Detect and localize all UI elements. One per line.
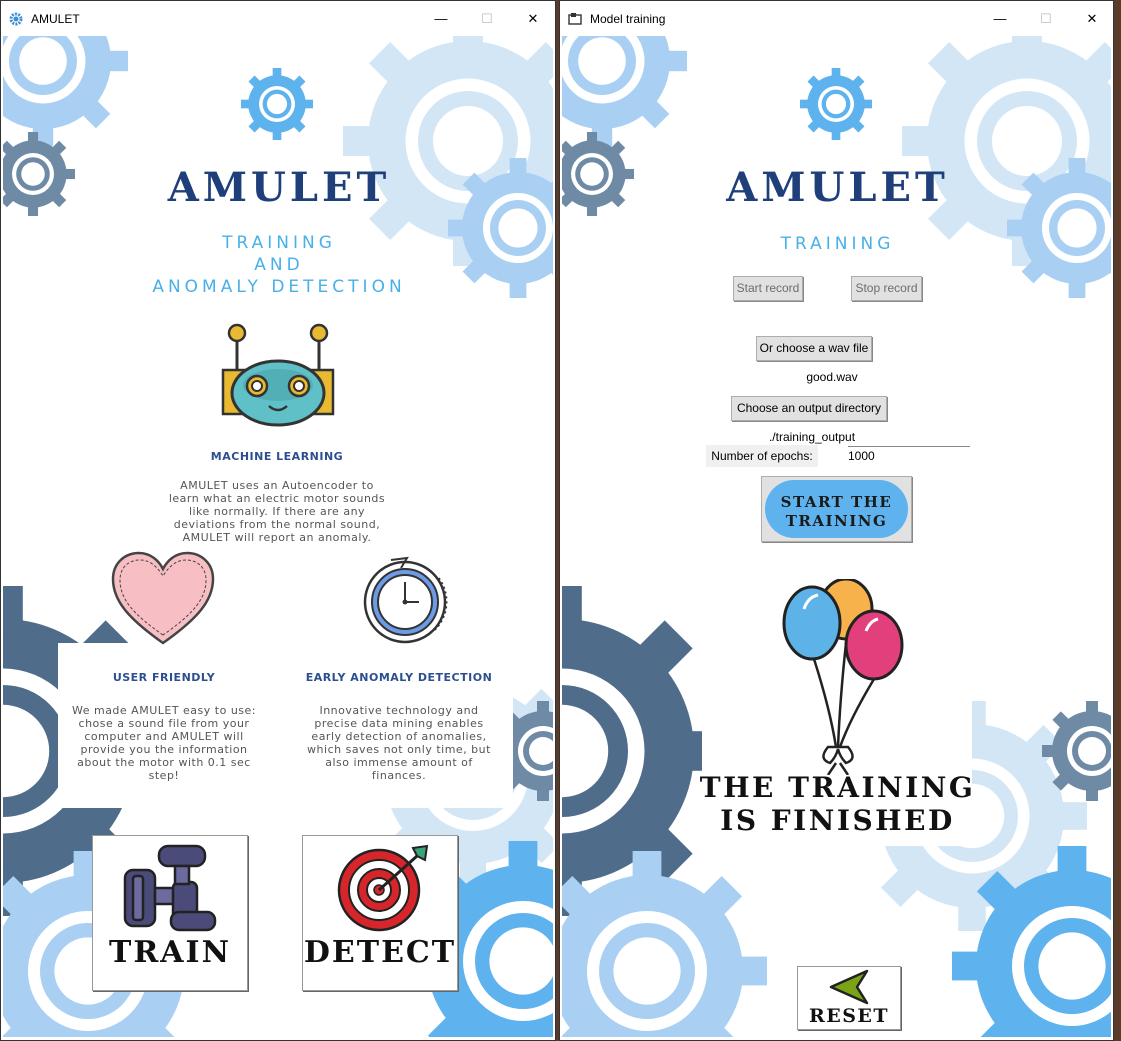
label-line: START THE [780, 493, 893, 511]
model-training-window: Model training — ☐ ✕ AMULET TRAINING Sta… [559, 0, 1114, 1041]
text-line: early detection of anomalies, [311, 730, 487, 743]
stop-record-button[interactable]: Stop record [851, 276, 922, 301]
message-line: THE TRAINING [699, 771, 976, 804]
user-friendly-text: We made AMULET easy to use: chose a soun… [55, 704, 273, 782]
dumbbell-icon [123, 844, 217, 932]
text-line: finances. [371, 769, 427, 782]
training-content: AMULET TRAINING Start record Stop record… [562, 36, 1111, 1037]
app-icon [568, 13, 582, 25]
main-content: AMULET TRAINING AND ANOMALY DETECTION MA… [3, 36, 553, 1037]
epochs-input[interactable] [848, 446, 970, 465]
start-training-label: START THE TRAINING [762, 493, 911, 531]
machine-learning-title: MACHINE LEARNING [210, 450, 344, 463]
heart-icon [111, 551, 215, 645]
early-detection-title: EARLY ANOMALY DETECTION [305, 671, 493, 684]
title-bar[interactable]: Model training — ☐ ✕ [560, 1, 1113, 36]
app-subtitle: TRAINING AND ANOMALY DETECTION [3, 232, 553, 298]
close-button[interactable]: ✕ [1072, 7, 1112, 31]
machine-learning-text: AMULET uses an Autoencoder to learn what… [153, 479, 401, 544]
reset-label: RESET [808, 1005, 890, 1027]
close-button[interactable]: ✕ [513, 7, 553, 31]
text-line: which saves not only time, but [307, 743, 491, 756]
choose-directory-button[interactable]: Choose an output directory [731, 396, 887, 421]
text-line: AMULET will report an anomaly. [182, 531, 372, 544]
back-arrow-icon [829, 969, 869, 1005]
message-line: IS FINISHED [720, 804, 955, 837]
choose-wav-button[interactable]: Or choose a wav file [756, 336, 872, 361]
text-line: We made AMULET easy to use: [71, 704, 257, 717]
maximize-button[interactable]: ☐ [467, 7, 507, 31]
text-line: precise data mining enables [314, 717, 484, 730]
text-line: AMULET uses an Autoencoder to [180, 479, 374, 492]
training-finished-message: THE TRAINING IS FINISHED [562, 771, 1111, 837]
train-button[interactable]: TRAIN [92, 835, 248, 991]
user-friendly-title: USER FRIENDLY [112, 671, 216, 684]
label-line: TRAINING [785, 512, 888, 530]
early-detection-text: Innovative technology and precise data m… [291, 704, 507, 782]
amulet-main-window: AMULET — ☐ ✕ AMULET TRAINING AND ANOMALY… [0, 0, 556, 1041]
reset-button[interactable]: RESET [797, 966, 901, 1030]
text-line: provide you the information [80, 743, 248, 756]
train-label: TRAIN [109, 935, 231, 970]
text-line: like normally. If there are any [188, 505, 366, 518]
gear-icon [9, 12, 23, 26]
text-line: step! [148, 769, 180, 782]
text-line: chose a sound file from your [78, 717, 250, 730]
window-title: Model training [590, 12, 666, 26]
window-title: AMULET [31, 12, 80, 26]
wav-file-label: good.wav [806, 370, 858, 384]
target-icon [337, 844, 429, 932]
text-line: deviations from the normal sound, [173, 518, 381, 531]
app-name-heading: AMULET [726, 164, 949, 211]
minimize-button[interactable]: — [980, 7, 1020, 31]
balloons-icon [782, 579, 904, 775]
subtitle-line: AND [254, 255, 304, 275]
title-bar[interactable]: AMULET — ☐ ✕ [1, 1, 555, 36]
text-line: Innovative technology and [319, 704, 479, 717]
epochs-label: Number of epochs: [706, 445, 818, 467]
text-line: computer and AMULET will [84, 730, 244, 743]
detect-label: DETECT [303, 935, 457, 970]
start-record-button[interactable]: Start record [733, 276, 803, 301]
text-line: learn what an electric motor sounds [168, 492, 386, 505]
robot-icon [221, 323, 335, 427]
app-subtitle: TRAINING [780, 234, 895, 254]
app-name-heading: AMULET [167, 164, 391, 211]
text-line: also immense amount of [325, 756, 473, 769]
clock-icon [363, 556, 448, 644]
subtitle-line: ANOMALY DETECTION [152, 277, 406, 297]
start-training-button[interactable]: START THE TRAINING [761, 476, 912, 542]
maximize-button[interactable]: ☐ [1026, 7, 1066, 31]
output-directory-label: ./training_output [768, 430, 856, 444]
subtitle-line: TRAINING [222, 233, 336, 253]
detect-button[interactable]: DETECT [302, 835, 458, 991]
text-line: about the motor with 0.1 sec [77, 756, 251, 769]
minimize-button[interactable]: — [421, 7, 461, 31]
